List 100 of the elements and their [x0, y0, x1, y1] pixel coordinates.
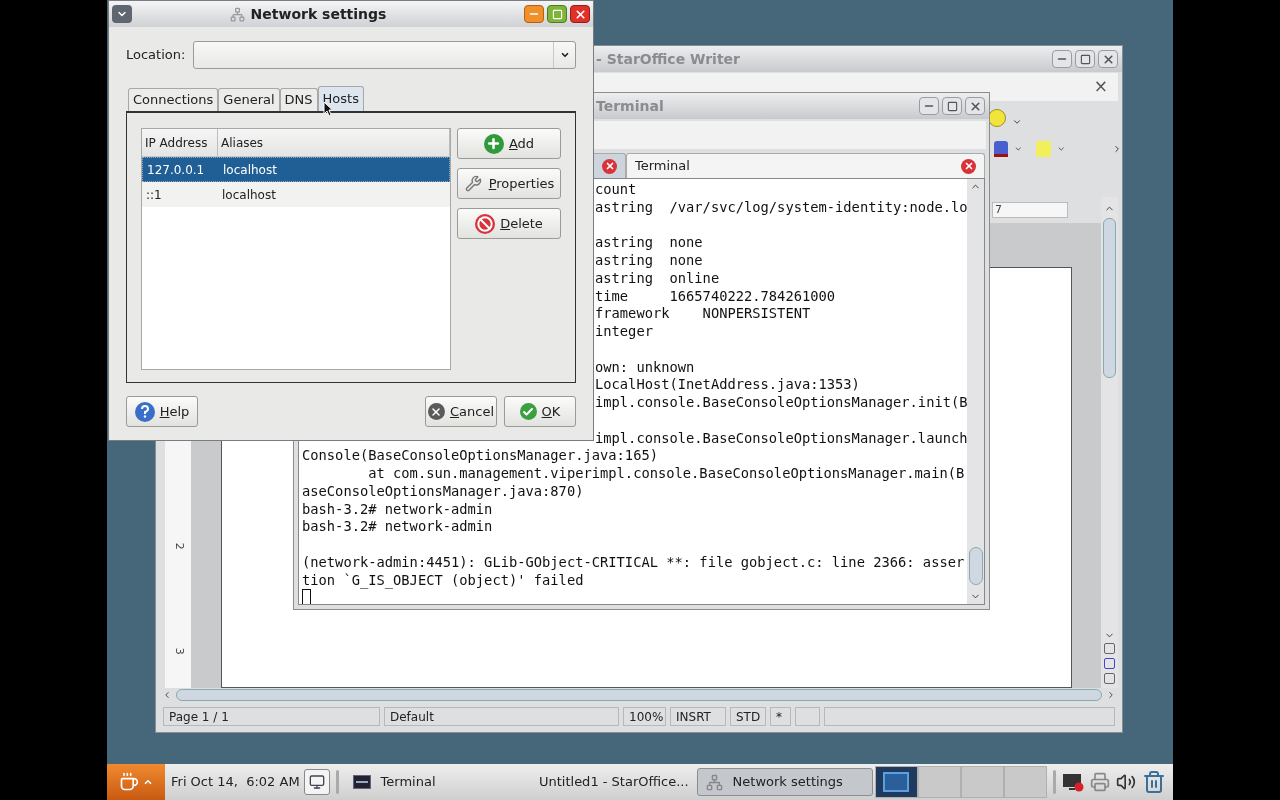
- ruler-mark: 2: [171, 542, 187, 550]
- terminal-line: count: [595, 181, 637, 199]
- ok-button[interactable]: OK: [504, 396, 576, 427]
- close-icon: [1101, 52, 1115, 66]
- terminal-line: integer: [595, 323, 653, 341]
- no-entry-icon: [475, 213, 496, 234]
- minimize-button[interactable]: [524, 5, 544, 23]
- minimize-button[interactable]: [1052, 50, 1072, 68]
- status-field: STD: [730, 707, 766, 726]
- tab[interactable]: DNS: [279, 88, 318, 111]
- tab[interactable]: General: [218, 88, 280, 111]
- close-icon: [573, 7, 587, 21]
- table-row[interactable]: ::1 localhost: [142, 182, 450, 207]
- caret-icon: [143, 777, 153, 787]
- terminal-line: bash-3.2# network-admin: [302, 518, 493, 536]
- wrench-icon: [463, 173, 484, 194]
- terminal-line: LocalHost(InetAddress.java:1353): [595, 376, 860, 394]
- status-field: *: [770, 707, 791, 726]
- clock[interactable]: Fri Oct 14, 6:02 AM: [171, 772, 300, 792]
- help-button[interactable]: Help: [126, 396, 198, 427]
- monitor-alert-icon[interactable]: [1061, 772, 1084, 792]
- terminal-line: time 1665740222.784261000: [595, 287, 836, 306]
- taskbar-button[interactable]: Terminal: [344, 768, 521, 796]
- terminal-icon: [352, 775, 371, 789]
- trash-icon[interactable]: [1141, 770, 1166, 794]
- add-button[interactable]: Add: [457, 128, 561, 159]
- cancel-button[interactable]: Cancel: [425, 396, 497, 427]
- dropdown-icon[interactable]: [1013, 144, 1023, 154]
- workspace-button[interactable]: [874, 766, 918, 798]
- terminal-line: astring /var/svc/log/system-identity:node.lo: [595, 198, 967, 217]
- terminal-line: at com.sun.management.viperimpl.console.BaseConsoleOptionsManager.main(B: [367, 465, 965, 483]
- scroll-thumb[interactable]: [176, 689, 1102, 701]
- vertical-scrollbar[interactable]: [967, 179, 984, 604]
- delete-button[interactable]: Delete: [457, 208, 561, 239]
- close-tab-icon[interactable]: [602, 158, 617, 174]
- maximize-button[interactable]: [942, 97, 962, 115]
- terminal-line: impl.console.BaseConsoleOptionsManager.launch: [595, 429, 967, 448]
- navigator-button[interactable]: [1104, 658, 1115, 669]
- next-page-button[interactable]: [1104, 673, 1115, 684]
- mouse-pointer-icon: [323, 101, 333, 117]
- scroll-thumb[interactable]: [968, 547, 983, 585]
- maximize-button[interactable]: [547, 5, 567, 23]
- show-desktop-button[interactable]: [303, 769, 330, 795]
- scroll-right-icon[interactable]: [1106, 690, 1116, 700]
- dropdown-icon[interactable]: [1057, 144, 1066, 154]
- close-button[interactable]: [1098, 50, 1118, 68]
- maximize-icon: [551, 8, 563, 20]
- maximize-icon: [1079, 53, 1091, 65]
- vertical-scrollbar[interactable]: [1101, 197, 1118, 688]
- tab[interactable]: Hosts: [317, 86, 364, 111]
- properties-button[interactable]: Properties: [457, 168, 561, 199]
- close-button[interactable]: [965, 97, 985, 115]
- status-field: Default: [384, 707, 619, 726]
- column-header[interactable]: Aliases: [218, 129, 450, 156]
- plus-icon: [483, 133, 504, 154]
- taskbar-button[interactable]: Network settings: [696, 768, 873, 796]
- scroll-left-icon[interactable]: [162, 690, 172, 700]
- maximize-button[interactable]: [1075, 50, 1095, 68]
- close-icon: [968, 99, 982, 113]
- status-field: 100%: [623, 707, 666, 726]
- terminal-line: framework NONPERSISTENT: [595, 305, 811, 323]
- window-menu-button[interactable]: [112, 5, 132, 23]
- window-title: Terminal: [596, 96, 664, 116]
- text-cursor: [302, 589, 311, 604]
- monitor-icon: [308, 774, 325, 790]
- scroll-thumb[interactable]: [1103, 218, 1116, 378]
- location-dropdown[interactable]: [193, 41, 576, 69]
- terminal-line: astring none: [595, 234, 703, 252]
- terminal-tab[interactable]: Terminal: [626, 153, 985, 178]
- terminal-line: aseConsoleOptionsManager.java:870): [302, 482, 584, 501]
- close-tab-icon[interactable]: [961, 158, 976, 174]
- network-icon: [705, 773, 723, 791]
- ruler-mark: 7: [995, 201, 1002, 218]
- table-cell-text: 127.0.0.1: [146, 161, 206, 179]
- tab[interactable]: Connections: [128, 88, 219, 111]
- terminal-line: tion `G_IS_OBJECT (object)' failed: [302, 571, 584, 590]
- table-cell-text: ::1: [145, 186, 163, 204]
- table-cell-text: localhost: [222, 161, 278, 179]
- table-cell-text: localhost: [221, 186, 277, 204]
- status-field: [795, 707, 820, 726]
- terminal-line: own: unknown: [595, 358, 695, 377]
- table-row[interactable]: 127.0.0.1 localhost: [142, 157, 450, 182]
- close-document-button[interactable]: ×: [1093, 74, 1108, 100]
- previous-page-button[interactable]: [1104, 643, 1115, 654]
- caret-icon: [559, 50, 570, 60]
- column-header[interactable]: IP Address: [142, 129, 218, 156]
- terminal-line: bash-3.2# network-admin: [302, 500, 493, 519]
- close-button[interactable]: [570, 5, 590, 23]
- horizontal-scrollbar[interactable]: [162, 688, 1116, 702]
- taskbar-button[interactable]: Untitled1 - StarOffice...: [520, 768, 697, 796]
- window-title: - StarOffice Writer: [596, 49, 740, 69]
- printer-icon[interactable]: [1089, 772, 1110, 792]
- terminal-line: Console(BaseConsoleOptionsManager.java:165): [302, 447, 658, 465]
- dropdown-icon[interactable]: [1012, 117, 1022, 127]
- window-title: Network settings: [250, 4, 387, 24]
- terminal-line: (network-admin:4451): GLib-GObject-CRITICAL **: file gobject.c: line 2366: asser: [302, 553, 965, 572]
- cup-icon: [119, 772, 139, 792]
- check-icon: [519, 403, 537, 420]
- minimize-button[interactable]: [919, 97, 939, 115]
- launch-menu-button[interactable]: [107, 764, 165, 800]
